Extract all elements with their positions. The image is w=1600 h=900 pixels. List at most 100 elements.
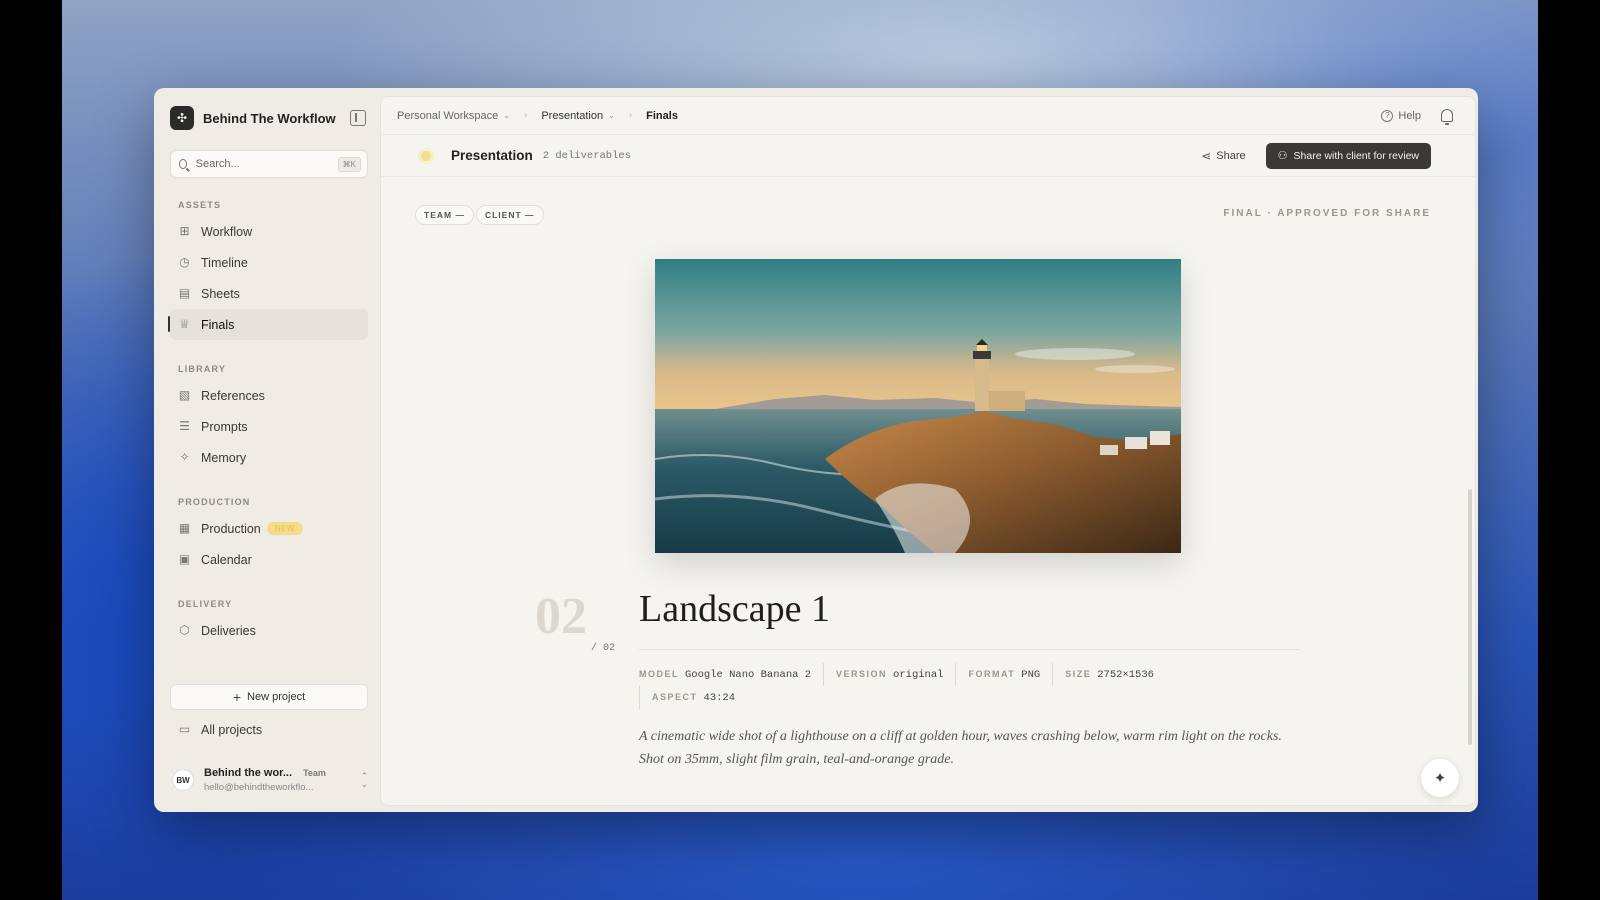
- search-icon: [179, 159, 187, 169]
- meta-format: FORMAT PNG: [968, 663, 1054, 686]
- sidebar-item-deliveries[interactable]: ⬡ Deliveries: [170, 615, 368, 646]
- ai-assistant-button[interactable]: ✦: [1421, 759, 1459, 797]
- meta-key: FORMAT: [968, 669, 1016, 679]
- scrollbar[interactable]: [1468, 489, 1472, 745]
- client-chip[interactable]: CLIENT —: [475, 205, 544, 225]
- meta-model: MODEL Google Nano Banana 2: [639, 663, 825, 686]
- meta-version: VERSION original: [836, 663, 957, 686]
- status-dot-icon: [421, 150, 431, 161]
- crown-icon: ♕: [179, 317, 190, 331]
- breadcrumb-workspace[interactable]: Personal Workspace ⌄: [397, 110, 510, 122]
- deliverables-count: 2 deliverables: [542, 149, 631, 162]
- deliverable-index: 02: [535, 588, 587, 645]
- final-status-label: FINAL · APPROVED FOR SHARE: [1223, 208, 1431, 219]
- sidebar-item-sheets[interactable]: ▤ Sheets: [170, 278, 368, 309]
- image-icon: ▧: [178, 388, 191, 402]
- clapper-icon: ▦: [178, 521, 191, 535]
- deliverable-metadata: MODEL Google Nano Banana 2 VERSION origina…: [639, 663, 1289, 709]
- topbar-actions: ? Help: [1381, 109, 1459, 125]
- meta-aspect: ASPECT 43:24: [639, 686, 747, 709]
- meta-value: 2752×1536: [1097, 669, 1154, 681]
- sidebar-item-calendar[interactable]: ▣ Calendar: [170, 544, 368, 575]
- deliverable-view: TEAM — CLIENT — FINAL · APPROVED FOR SHA…: [381, 177, 1475, 805]
- sidebar-item-finals[interactable]: ♕ Finals: [168, 309, 368, 340]
- sparkle-icon: ✦: [1433, 770, 1447, 787]
- sidebar-item-label: Calendar: [201, 552, 252, 567]
- search-box[interactable]: ⌘K: [170, 150, 368, 178]
- breadcrumb-finals: Finals: [646, 109, 678, 122]
- sidebar-item-prompts[interactable]: ☰ Prompts: [170, 411, 368, 442]
- sidebar-item-all-projects[interactable]: ▭ All projects: [170, 714, 368, 745]
- help-icon: ?: [1381, 109, 1394, 122]
- app-name: Behind The Workflow: [203, 110, 336, 126]
- chevron-updown-icon: ⌃ ⌄: [360, 771, 368, 789]
- help-label: Help: [1398, 109, 1421, 122]
- folder-icon: ▭: [178, 722, 191, 736]
- breadcrumb-label: Presentation: [541, 109, 604, 122]
- sidebar: ✣ Behind The Workflow ⌘K ASSETS ⊞ Workfl…: [154, 88, 380, 812]
- user-team: Team: [303, 768, 326, 778]
- section-production: PRODUCTION: [178, 497, 251, 507]
- deliverable-title: Landscape 1: [639, 588, 830, 630]
- sidebar-item-label: Finals: [201, 317, 235, 332]
- share-label: Share: [1216, 149, 1246, 162]
- review-chips: TEAM — CLIENT —: [415, 205, 544, 225]
- grid-icon: ⊞: [179, 224, 190, 238]
- sidebar-item-label: Sheets: [201, 286, 240, 301]
- meta-value: PNG: [1021, 669, 1041, 681]
- new-project-button[interactable]: + New project: [170, 684, 368, 710]
- deliverable-image[interactable]: [655, 259, 1181, 553]
- share-with-client-button[interactable]: ⚇ Share with client for review: [1265, 142, 1431, 169]
- breadcrumb-presentation[interactable]: Presentation ⌄: [541, 110, 614, 122]
- sidebar-item-label: Timeline: [201, 255, 248, 270]
- sidebar-toggle-icon[interactable]: [350, 110, 366, 126]
- sidebar-item-label: References: [201, 388, 265, 403]
- deliverable-total: / 02: [591, 643, 616, 654]
- sidebar-item-workflow[interactable]: ⊞ Workflow: [170, 216, 368, 247]
- app-window: ✣ Behind The Workflow ⌘K ASSETS ⊞ Workfl…: [154, 88, 1478, 812]
- sidebar-item-label: All projects: [201, 722, 263, 737]
- help-button[interactable]: ? Help: [1381, 109, 1421, 122]
- chevron-down-icon: ⌄: [503, 111, 510, 120]
- section-library: LIBRARY: [178, 364, 227, 374]
- sidebar-item-timeline[interactable]: ◷ Timeline: [170, 247, 368, 278]
- search-input[interactable]: [195, 158, 338, 170]
- sidebar-item-label: Prompts: [201, 419, 248, 434]
- section-delivery: DELIVERY: [178, 599, 233, 609]
- user-name: Behind the wor...: [204, 767, 293, 779]
- divider: [639, 649, 1299, 650]
- avatar: BW: [172, 769, 194, 791]
- breadcrumb-label: Personal Workspace: [397, 109, 499, 122]
- new-project-label: New project: [247, 691, 306, 703]
- sidebar-item-label: Workflow: [201, 224, 253, 239]
- presentation-actions: ⋖ Share ⚇ Share with client for review: [1201, 142, 1431, 169]
- share-icon: ⋖: [1201, 148, 1212, 163]
- sidebar-item-production[interactable]: ▦ Production NEW: [170, 513, 368, 544]
- logo-icon[interactable]: ✣: [170, 106, 194, 130]
- meta-value: original: [893, 669, 944, 681]
- lighthouse-photo: [655, 259, 1181, 553]
- meta-key: ASPECT: [652, 692, 698, 702]
- meta-key: VERSION: [836, 669, 888, 679]
- meta-size: SIZE 2752×1536: [1065, 663, 1166, 686]
- share-button[interactable]: ⋖ Share: [1201, 149, 1245, 163]
- breadcrumb-separator: ›: [524, 110, 528, 121]
- plus-icon: +: [232, 689, 242, 705]
- sidebar-item-label: Memory: [201, 450, 247, 465]
- sidebar-item-memory[interactable]: ✧ Memory: [170, 442, 368, 473]
- sidebar-item-references[interactable]: ▧ References: [170, 380, 368, 411]
- sidebar-item-label: Deliveries: [201, 623, 256, 638]
- user-info: Behind the wor... Team hello@behindthewo…: [204, 767, 360, 793]
- chevron-down-icon: ⌄: [608, 111, 615, 120]
- person-plus-icon: ⚇: [1277, 150, 1288, 162]
- team-chip[interactable]: TEAM —: [415, 205, 474, 225]
- search-shortcut: ⌘K: [337, 156, 361, 172]
- bell-icon[interactable]: [1441, 109, 1453, 125]
- user-switcher[interactable]: BW Behind the wor... Team hello@behindth…: [172, 762, 368, 798]
- meta-key: MODEL: [639, 669, 679, 679]
- presentation-header: Presentation 2 deliverables ⋖ Share ⚇ Sh…: [381, 135, 1475, 177]
- brand: ✣ Behind The Workflow: [170, 104, 368, 132]
- package-icon: ⬡: [179, 623, 190, 637]
- calendar-icon: ▣: [178, 552, 191, 566]
- sparkle-icon: ✧: [179, 450, 190, 464]
